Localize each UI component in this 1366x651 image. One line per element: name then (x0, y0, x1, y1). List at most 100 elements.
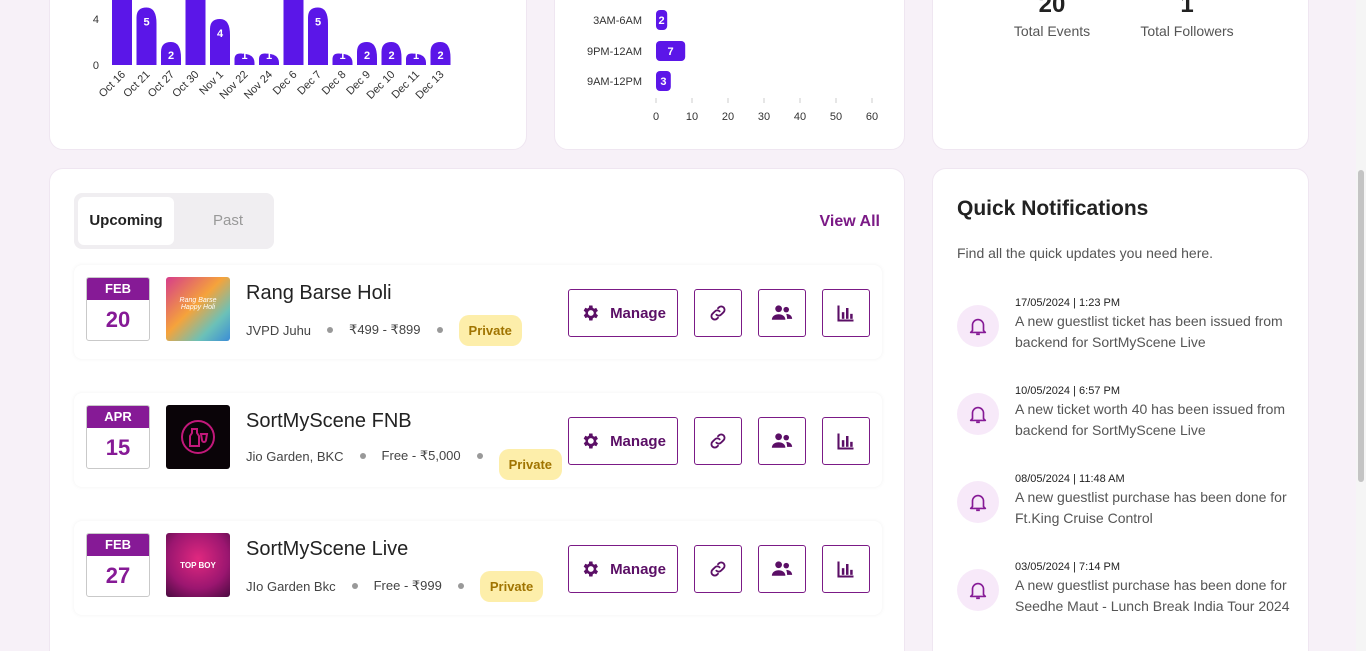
gear-icon (583, 433, 599, 449)
notification-item[interactable]: 10/05/2024 | 6:57 PM A new ticket worth … (957, 385, 1297, 455)
event-thumbnail (166, 405, 230, 469)
users-icon (771, 305, 793, 320)
data-label: 2 (388, 50, 394, 62)
x-tick-label: 30 (758, 111, 770, 123)
copy-link-button[interactable] (694, 417, 742, 465)
link-icon (710, 561, 726, 577)
guests-button[interactable] (758, 417, 806, 465)
manage-button[interactable]: Manage (568, 417, 678, 465)
event-day: 27 (105, 563, 131, 588)
analytics-button[interactable] (822, 289, 870, 337)
copy-link-button[interactable] (694, 545, 742, 593)
thumbnail-caption: Rang Barse Happy Holi (179, 297, 217, 311)
data-label: 2 (659, 15, 665, 27)
bar-chart-icon (837, 561, 854, 578)
event-month: FEB (87, 534, 149, 556)
notification-item[interactable]: 03/05/2024 | 7:14 PM A new guestlist pur… (957, 561, 1297, 631)
x-tick-label: 40 (794, 111, 806, 123)
x-tick-label: 60 (866, 111, 878, 123)
view-all-link[interactable]: View All (820, 213, 880, 231)
event-row[interactable]: FEB 20 Rang Barse Happy Holi Rang Barse … (74, 265, 882, 359)
separator-dot (351, 583, 358, 589)
copy-link-button[interactable] (694, 289, 742, 337)
manage-button[interactable]: Manage (568, 545, 678, 593)
event-row[interactable]: APR 15 SortMyScene FNB Jio Garden, BKC F… (74, 393, 882, 487)
event-venue: Jio Garden, BKC (246, 448, 344, 464)
events-card: Upcoming Past View All FEB 20 Rang Barse… (49, 168, 905, 651)
event-venue: JVPD Juhu (246, 322, 312, 338)
gear-icon (583, 561, 599, 577)
daily-sales-chart-card: 0410Oct 165Oct 212Oct 2710Oct 304Nov 11N… (49, 0, 527, 150)
event-thumbnail: Rang Barse Happy Holi (166, 277, 230, 341)
event-meta: JIo Garden Bkc Free - ₹999 Private (246, 570, 544, 602)
event-meta: JVPD Juhu ₹499 - ₹899 Private (246, 314, 522, 346)
total-followers-value: 1 (1180, 0, 1194, 18)
event-row[interactable]: FEB 27 TOP BOY SortMyScene Live JIo Gard… (74, 521, 882, 615)
guests-button[interactable] (758, 545, 806, 593)
data-label: 1 (241, 50, 247, 62)
thumbnail-caption: TOP BOY (180, 561, 216, 570)
data-label: 2 (168, 50, 174, 62)
privacy-badge: Private (479, 570, 544, 602)
separator-dot (457, 583, 464, 589)
x-tick-label: Oct 16 (97, 69, 128, 100)
event-price: Free - ₹5,000 (381, 448, 461, 463)
x-tick-label: Dec 7 (295, 69, 324, 98)
events-tabs: Upcoming Past (74, 193, 274, 249)
data-label: 4 (217, 28, 224, 40)
bar[interactable] (210, 19, 230, 65)
notification-time: 03/05/2024 | 7:14 PM (1015, 561, 1120, 573)
x-tick-label: Oct 27 (146, 69, 177, 100)
x-tick-label: 10 (686, 111, 698, 123)
page-scrollbar[interactable] (1356, 0, 1366, 651)
separator-dot (476, 453, 483, 459)
manage-label: Manage (610, 432, 666, 450)
manage-label: Manage (610, 304, 666, 322)
tab-past[interactable]: Past (180, 197, 276, 245)
bar[interactable] (185, 0, 206, 65)
event-meta: Jio Garden, BKC Free - ₹5,000 Private (246, 441, 563, 480)
bar-chart-icon (837, 305, 854, 322)
y-tick-label: 9PM-12AM (587, 46, 642, 58)
analytics-button[interactable] (822, 417, 870, 465)
analytics-button[interactable] (822, 545, 870, 593)
y-tick-label: 0 (93, 60, 99, 72)
gear-icon (583, 305, 599, 321)
notification-item[interactable]: 17/05/2024 | 1:23 PM A new guestlist tic… (957, 297, 1297, 367)
x-tick-label: Oct 21 (121, 69, 152, 100)
tab-upcoming[interactable]: Upcoming (78, 197, 174, 245)
separator-dot (436, 327, 443, 333)
separator-dot (359, 453, 366, 459)
y-tick-label: 3AM-6AM (593, 15, 642, 27)
event-title: Rang Barse Holi (246, 282, 392, 304)
stats-card: 20 Total Events 1 Total Followers (932, 0, 1309, 150)
event-thumbnail: TOP BOY (166, 533, 230, 597)
x-tick-label: Dec 8 (320, 69, 349, 98)
guests-button[interactable] (758, 289, 806, 337)
x-tick-label: 20 (722, 111, 734, 123)
y-tick-label: 4 (93, 14, 99, 26)
notification-text: A new guestlist purchase has been done f… (1015, 577, 1290, 614)
bar[interactable] (283, 0, 304, 65)
data-label: 1 (266, 50, 272, 62)
time-slot-chart-card: 3AM-6AM 2 9PM-12AM 7 9AM-12PM 3 0 10 20 30 40 50 60 (554, 0, 905, 150)
separator-dot (327, 327, 334, 333)
bell-icon (957, 305, 999, 347)
scrollbar-thumb[interactable] (1358, 170, 1364, 482)
notification-text: A new guestlist purchase has been done f… (1015, 489, 1287, 526)
event-month: FEB (87, 278, 149, 300)
bell-icon (957, 393, 999, 435)
data-label: 1 (413, 50, 419, 62)
link-icon (710, 305, 726, 321)
event-month: APR (87, 406, 149, 428)
notification-time: 10/05/2024 | 6:57 PM (1015, 385, 1120, 397)
link-icon (710, 433, 726, 449)
manage-button[interactable]: Manage (568, 289, 678, 337)
notification-item[interactable]: 08/05/2024 | 11:48 AM A new guestlist pu… (957, 473, 1297, 543)
event-title: SortMyScene FNB (246, 410, 412, 432)
bar[interactable] (112, 0, 132, 65)
privacy-badge: Private (458, 314, 522, 346)
event-venue: JIo Garden Bkc (246, 578, 336, 594)
event-day: 20 (105, 307, 131, 332)
bottle-logo-icon (181, 420, 215, 454)
